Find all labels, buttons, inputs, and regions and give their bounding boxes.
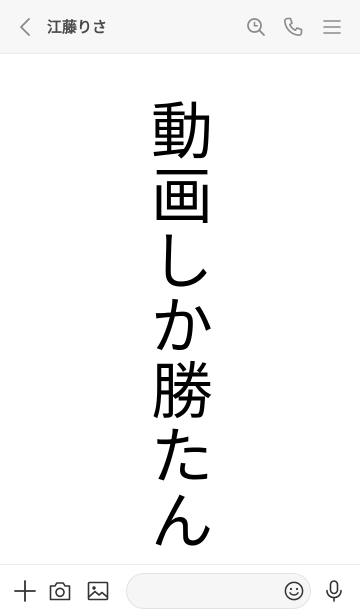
chevron-left-icon — [20, 18, 30, 36]
mic-button[interactable] — [321, 578, 347, 604]
call-button[interactable] — [281, 15, 305, 39]
image-icon — [87, 581, 109, 601]
back-button[interactable] — [14, 15, 38, 39]
emoji-button[interactable] — [283, 580, 305, 602]
char-3: し — [150, 225, 213, 298]
menu-button[interactable] — [320, 15, 344, 39]
char-7: ん — [150, 485, 213, 558]
image-button[interactable] — [85, 578, 111, 604]
char-1: 動 — [150, 95, 213, 168]
chat-title: 江藤りさ — [47, 18, 108, 36]
camera-button[interactable] — [47, 578, 73, 604]
search-button[interactable] — [244, 15, 268, 39]
add-button[interactable] — [12, 578, 38, 604]
chat-header: 江藤りさ — [0, 0, 360, 54]
chat-footer — [0, 564, 360, 616]
plus-icon — [14, 580, 36, 602]
phone-icon — [284, 17, 303, 36]
microphone-icon — [326, 580, 342, 602]
menu-icon — [323, 20, 341, 34]
search-icon — [247, 18, 265, 36]
smiley-icon — [284, 581, 304, 601]
char-2: 画 — [150, 160, 213, 233]
char-4: か — [150, 290, 213, 363]
background-vertical-text: 動 画 し か 勝 た ん — [150, 99, 214, 554]
camera-icon — [49, 582, 71, 601]
chat-background: 動 画 し か 勝 た ん — [0, 55, 360, 564]
char-6: た — [150, 420, 213, 493]
char-5: 勝 — [150, 355, 213, 428]
